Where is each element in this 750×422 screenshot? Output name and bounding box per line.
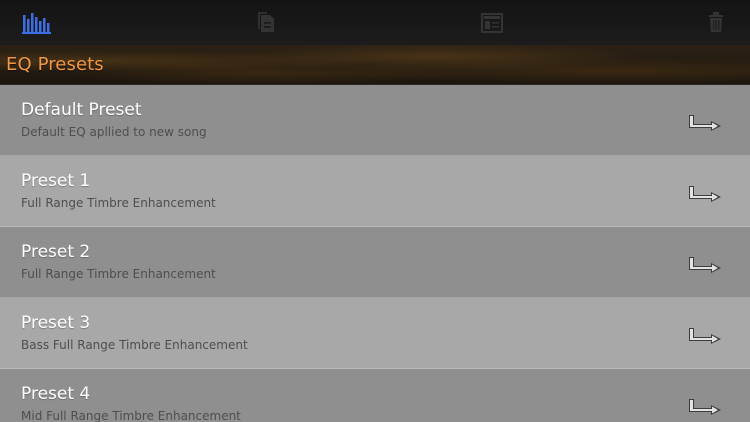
apply-preset-arrow-icon[interactable] xyxy=(683,180,727,204)
top-toolbar xyxy=(0,0,750,45)
trash-icon xyxy=(709,11,723,32)
arrow-right-icon xyxy=(689,399,721,415)
copy-button[interactable] xyxy=(244,0,288,45)
delete-button[interactable] xyxy=(694,0,738,45)
arrow-right-icon xyxy=(689,115,721,131)
preset-subtitle: Bass Full Range Timbre Enhancement xyxy=(21,338,248,352)
preset-row-1[interactable]: Preset 1 Full Range Timbre Enhancement xyxy=(0,156,750,227)
apply-preset-arrow-icon[interactable] xyxy=(683,251,727,275)
preset-subtitle: Full Range Timbre Enhancement xyxy=(21,196,216,210)
layout-button[interactable] xyxy=(470,0,514,45)
apply-preset-arrow-icon[interactable] xyxy=(683,109,727,133)
eq-presets-screen: EQ Presets Default Preset Default EQ apl… xyxy=(0,0,750,422)
apply-preset-arrow-icon[interactable] xyxy=(683,393,727,417)
preset-row-default[interactable]: Default Preset Default EQ apllied to new… xyxy=(0,85,750,156)
bar-chart-icon xyxy=(21,12,51,34)
preset-row-3[interactable]: Preset 3 Bass Full Range Timbre Enhancem… xyxy=(0,298,750,369)
preset-title: Default Preset xyxy=(21,100,142,120)
equalizer-button[interactable] xyxy=(15,0,59,45)
preset-row-2[interactable]: Preset 2 Full Range Timbre Enhancement xyxy=(0,227,750,298)
arrow-right-icon xyxy=(689,257,721,273)
arrow-right-icon xyxy=(689,186,721,202)
copy-icon xyxy=(258,11,274,32)
preset-row-4[interactable]: Preset 4 Mid Full Range Timbre Enhanceme… xyxy=(0,369,750,422)
preset-title: Preset 1 xyxy=(21,171,91,191)
preset-subtitle: Mid Full Range Timbre Enhancement xyxy=(21,409,241,422)
window-icon xyxy=(481,12,503,33)
preset-subtitle: Default EQ apllied to new song xyxy=(21,125,207,139)
preset-list: Default Preset Default EQ apllied to new… xyxy=(0,85,750,422)
page-title: EQ Presets xyxy=(6,54,104,75)
preset-subtitle: Full Range Timbre Enhancement xyxy=(21,267,216,281)
arrow-right-icon xyxy=(689,328,721,344)
preset-title: Preset 2 xyxy=(21,242,91,262)
apply-preset-arrow-icon[interactable] xyxy=(683,322,727,346)
preset-title: Preset 3 xyxy=(21,313,91,333)
presets-header: EQ Presets xyxy=(0,45,750,85)
preset-title: Preset 4 xyxy=(21,384,91,404)
